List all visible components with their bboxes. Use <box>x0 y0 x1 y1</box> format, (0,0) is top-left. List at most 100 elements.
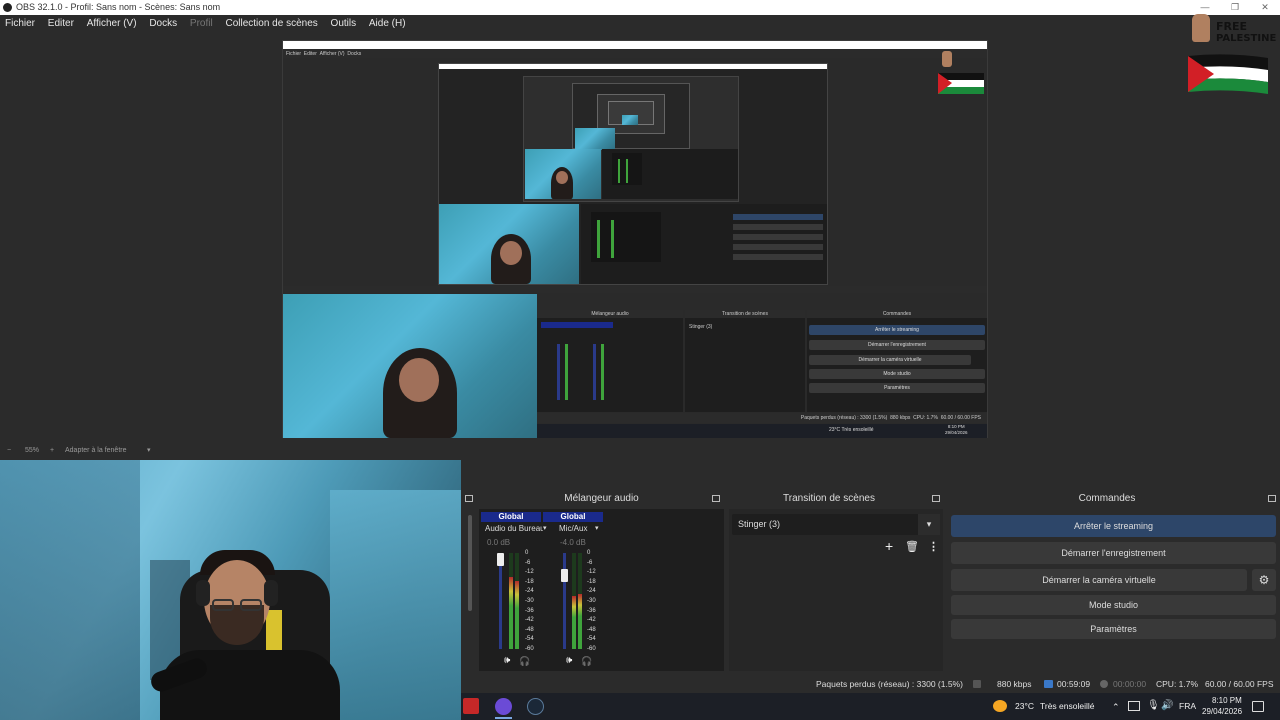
notifications-icon[interactable] <box>1252 701 1264 712</box>
menu-tools[interactable]: Outils <box>326 15 362 33</box>
db-tick: -24 <box>587 588 596 595</box>
meter-fill <box>572 596 576 649</box>
db-tick: -18 <box>587 578 596 585</box>
db-tick: -42 <box>525 617 534 624</box>
zoom-in-button[interactable]: + <box>50 443 54 458</box>
db-tick: -6 <box>587 559 593 566</box>
settings-button[interactable]: Paramètres <box>951 619 1276 639</box>
start-virtualcam-button[interactable]: Démarrer la caméra virtuelle <box>951 569 1247 591</box>
transitions-body: Stinger (3) ▾ + 🗑 ⋮ <box>729 509 943 671</box>
db-tick: -12 <box>587 569 596 576</box>
db-tick: 0 <box>525 550 529 556</box>
channel2-fader-handle[interactable] <box>561 569 568 582</box>
clock-date[interactable]: 29/04/2026 <box>1202 707 1242 716</box>
studio-mode-button[interactable]: Mode studio <box>951 595 1276 615</box>
db-tick: -24 <box>525 588 534 595</box>
free-palestine-overlay: FREE PALESTINE <box>1186 12 1276 100</box>
microphone-icon[interactable]: 🎙 <box>1147 700 1160 712</box>
channel1-meter-left <box>509 553 513 649</box>
chevron-down-icon[interactable]: ▾ <box>918 514 940 535</box>
channel1-header: Global <box>481 512 541 522</box>
dock-float-icon[interactable] <box>932 495 940 502</box>
channel2-meter-right <box>578 553 582 649</box>
dock-float-icon[interactable] <box>712 495 720 502</box>
weather-temp[interactable]: 23°C <box>1015 701 1034 711</box>
mixer-scrollbar[interactable] <box>468 515 472 611</box>
audio-mixer: Global Audio du Bureau ▾ 0.0 dB 0 -6 -12 -1… <box>479 509 724 671</box>
menu-file[interactable]: Fichier <box>0 15 40 33</box>
window-title-bar: OBS 32.1.0 - Profil: Sans nom - Scènes: … <box>0 0 1280 15</box>
dock-float-icon[interactable] <box>465 495 473 502</box>
discord-icon[interactable] <box>495 698 512 715</box>
chevron-down-icon[interactable]: ▾ <box>595 524 599 532</box>
nested-mixer: Mélangeur audio <box>537 310 683 412</box>
db-tick: -6 <box>525 559 531 566</box>
headphones-icon[interactable]: 🎧 <box>581 655 592 667</box>
network-icon[interactable] <box>1128 701 1140 711</box>
steam-icon[interactable] <box>527 698 544 715</box>
status-bar: Paquets perdus (réseau) : 3300 (1.5%) 88… <box>461 675 1280 693</box>
nested-controls: Commandes Arrêter le streaming Démarrer … <box>807 310 987 412</box>
headphones-icon[interactable]: 🎧 <box>519 655 530 667</box>
nested-transitions: Transition de scènes Stinger (3) <box>685 310 805 412</box>
channel1-fader-track[interactable] <box>499 553 502 649</box>
stop-streaming-button[interactable]: Arrêter le streaming <box>951 515 1276 537</box>
bitrate: 880 kbps <box>997 679 1032 689</box>
obs-app-icon <box>3 3 12 12</box>
db-tick: -30 <box>587 598 596 604</box>
menu-bar: Fichier Editer Afficher (V) Docks Profil… <box>0 15 1280 33</box>
speaker-icon[interactable]: 🕪 <box>566 655 572 667</box>
db-tick: -54 <box>587 636 596 643</box>
db-tick: -18 <box>525 578 534 585</box>
chevron-down-icon[interactable]: ▾ <box>147 443 151 458</box>
chevron-up-icon[interactable]: ⌃ <box>1112 701 1120 713</box>
channel2-fader-track[interactable] <box>563 553 566 649</box>
db-tick: -30 <box>525 598 534 604</box>
menu-edit[interactable]: Editer <box>43 15 79 33</box>
menu-help[interactable]: Aide (H) <box>364 15 411 33</box>
channel1-meter-right <box>515 553 519 649</box>
windows-taskbar: 23°C Très ensoleillé ⌃ 🎙 🔊 FRA 8:10 PM 2… <box>461 693 1280 720</box>
fps: 60.00 / 60.00 FPS <box>1205 679 1274 689</box>
db-tick: 0 <box>587 550 591 556</box>
transition-select[interactable]: Stinger (3) ▾ <box>732 514 940 535</box>
clock-time[interactable]: 8:10 PM <box>1212 696 1242 705</box>
menu-profile: Profil <box>189 18 213 29</box>
start-recording-button[interactable]: Démarrer l'enregistrement <box>951 542 1276 564</box>
zoom-out-button[interactable]: − <box>7 443 11 458</box>
chevron-down-icon[interactable]: ▾ <box>543 524 547 532</box>
channel2-name[interactable]: Mic/Aux <box>559 524 587 533</box>
nested-title-bar <box>283 41 987 49</box>
mixer-dock-gutter <box>461 491 479 673</box>
dropped-frames: Paquets perdus (réseau) : 3300 (1.5%) <box>816 679 963 689</box>
language-indicator[interactable]: FRA <box>1179 701 1196 711</box>
channel1-fader-handle[interactable] <box>497 553 504 566</box>
trash-icon[interactable]: 🗑 <box>905 541 919 553</box>
stream-time: 00:59:09 <box>1057 679 1091 689</box>
more-icon[interactable]: ⋮ <box>928 541 939 553</box>
nested-webcam-2 <box>439 204 579 284</box>
add-icon[interactable]: + <box>885 539 893 553</box>
nested-taskbar: 23°C Très ensoleillé 8:10 PM 29/04/2026 <box>537 424 987 438</box>
overlay-line2: PALESTINE <box>1216 33 1277 44</box>
dock-float-icon[interactable] <box>1268 495 1276 502</box>
nested-level-2 <box>438 63 828 285</box>
volume-icon[interactable]: 🔊 <box>1161 700 1173 712</box>
menu-view[interactable]: Afficher (V) <box>82 15 142 33</box>
bitrate-indicator-icon <box>973 680 981 688</box>
voicemeeter-icon[interactable] <box>463 698 479 714</box>
overlay-line1: FREE <box>1216 20 1248 33</box>
weather-desc[interactable]: Très ensoleillé <box>1040 701 1095 711</box>
channel2-header: Global <box>543 512 603 522</box>
weather-icon[interactable] <box>993 700 1007 712</box>
gear-icon[interactable]: ⚙ <box>1252 569 1276 591</box>
menu-scene-collection[interactable]: Collection de scènes <box>220 15 322 33</box>
fit-window-dropdown[interactable]: Adapter à la fenêtre <box>65 443 127 458</box>
transitions-title: Transition de scènes <box>727 491 931 507</box>
menu-docks[interactable]: Docks <box>144 15 182 33</box>
mixer-title: Mélangeur audio <box>479 491 724 507</box>
transition-selected: Stinger (3) <box>738 519 781 529</box>
nested-statusbar: Paquets perdus (réseau) : 3300 (1.5%) 88… <box>537 413 987 423</box>
speaker-icon[interactable]: 🕪 <box>504 655 510 667</box>
channel1-name[interactable]: Audio du Bureau <box>485 524 543 533</box>
